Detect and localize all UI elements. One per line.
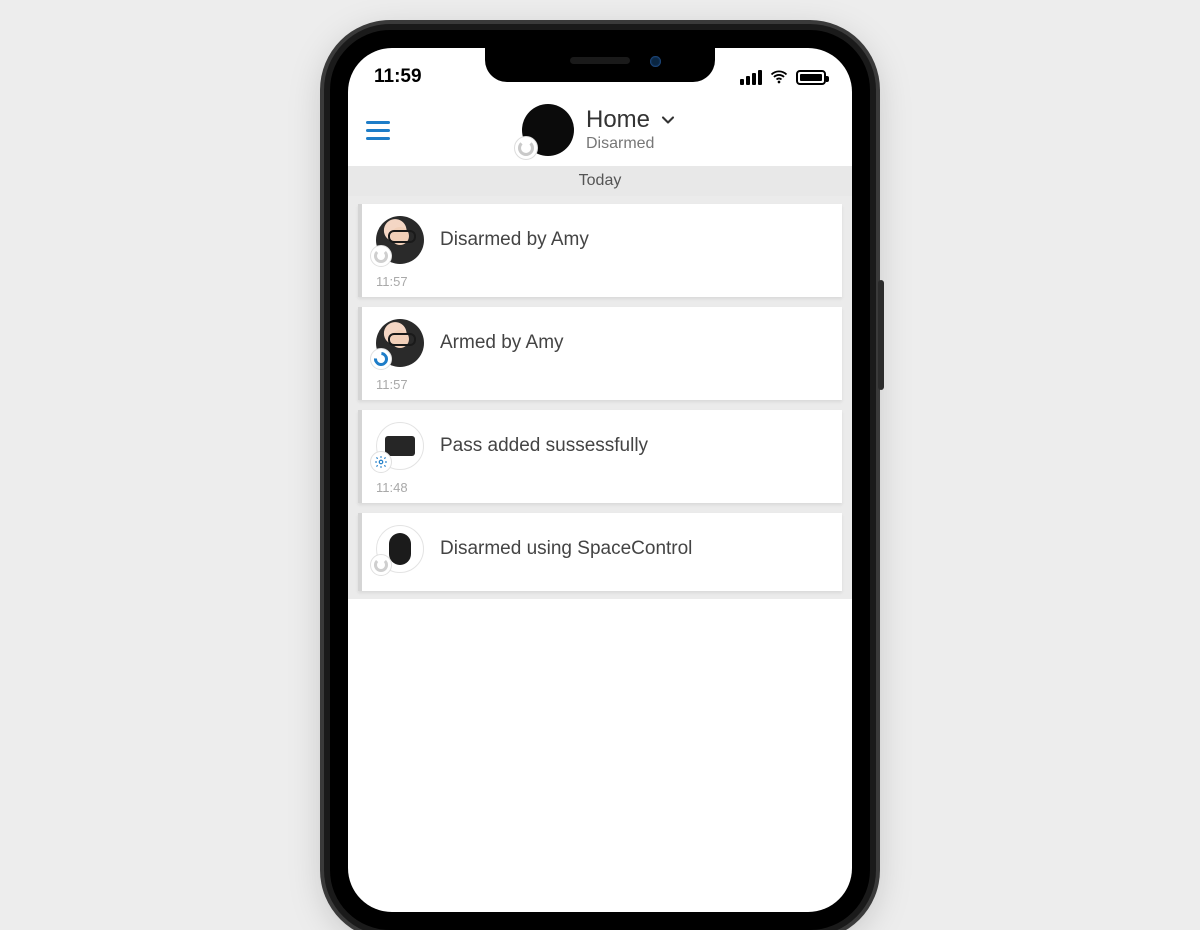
gear-badge-icon	[370, 451, 392, 473]
event-time: 11:57	[376, 377, 828, 392]
event-time: 11:57	[376, 274, 828, 289]
hub-avatar	[522, 104, 574, 156]
phone-notch	[485, 48, 715, 82]
hub-name: Home	[586, 107, 650, 133]
sync-badge-icon	[514, 136, 538, 160]
disarm-badge-icon	[370, 245, 392, 267]
phone-side-button	[878, 280, 884, 390]
phone-screen: 11:59	[348, 48, 852, 912]
status-time: 11:59	[374, 66, 422, 88]
event-avatar	[376, 216, 424, 264]
event-text: Disarmed by Amy	[440, 229, 589, 251]
disarm-badge-icon	[370, 554, 392, 576]
event-time: 11:48	[376, 480, 828, 495]
menu-icon[interactable]	[366, 114, 398, 146]
event-item[interactable]: Pass added sussessfully 11:48	[358, 410, 842, 503]
event-text: Pass added sussessfully	[440, 435, 648, 457]
hub-selector[interactable]: Home Disarmed	[404, 104, 796, 156]
event-item[interactable]: Disarmed by Amy 11:57	[358, 204, 842, 297]
battery-icon	[796, 70, 826, 85]
chevron-down-icon	[658, 110, 678, 130]
app-header: Home Disarmed	[348, 96, 852, 166]
arm-badge-icon	[370, 348, 392, 370]
cellular-signal-icon	[740, 70, 762, 85]
event-text: Armed by Amy	[440, 332, 564, 354]
event-item[interactable]: Armed by Amy 11:57	[358, 307, 842, 400]
event-list[interactable]: Disarmed by Amy 11:57 Armed by Amy 11:57	[348, 196, 852, 599]
event-avatar	[376, 319, 424, 367]
event-item[interactable]: Disarmed using SpaceControl	[358, 513, 842, 591]
wifi-icon	[769, 67, 789, 87]
event-text: Disarmed using SpaceControl	[440, 538, 692, 560]
event-avatar	[376, 422, 424, 470]
event-avatar	[376, 525, 424, 573]
hub-state: Disarmed	[586, 135, 678, 153]
hub-title-block: Home Disarmed	[586, 107, 678, 153]
status-indicators	[740, 67, 826, 87]
day-header: Today	[348, 166, 852, 196]
phone-frame: 11:59	[330, 30, 870, 930]
